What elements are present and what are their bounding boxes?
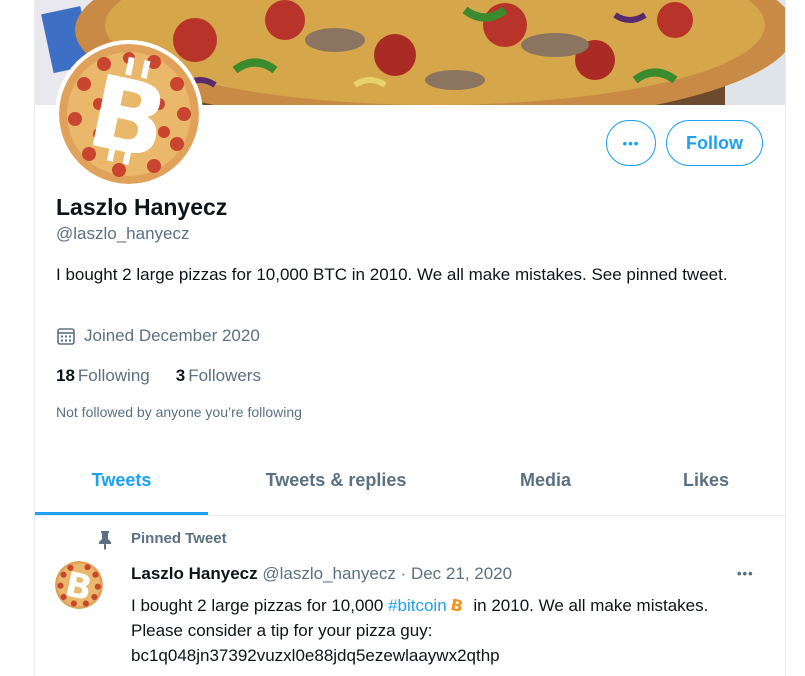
tweet-more-options-label: ••• <box>737 566 754 581</box>
tab-media-label: Media <box>519 470 571 490</box>
pinned-tweet-text: Pinned Tweet <box>131 530 227 547</box>
tab-media[interactable]: Media <box>464 446 627 515</box>
tab-tweets-and-replies-label: Tweets & replies <box>265 470 407 490</box>
followers-count: 3 <box>175 366 186 385</box>
profile-avatar[interactable]: B <box>55 40 203 188</box>
tweet-author-name[interactable]: Laszlo Hanyecz <box>131 564 258 583</box>
profile-tabs: Tweets Tweets & replies Media Likes <box>35 446 785 516</box>
not-followed-notice: Not followed by anyone you’re following <box>56 404 302 420</box>
more-options-button[interactable]: ••• <box>606 120 656 166</box>
profile-column: B ••• Follow Laszlo Hanyecz @laszlo_hany… <box>34 0 786 676</box>
tweet-author-avatar[interactable]: B <box>55 561 103 609</box>
following-stat[interactable]: 18 Following <box>56 366 150 386</box>
bitcoin-emoji-icon: B <box>449 597 465 613</box>
bitcoin-pizza-avatar-image: B <box>59 44 199 184</box>
tab-tweets[interactable]: Tweets <box>35 446 208 515</box>
tweet-hashtag-link[interactable]: #bitcoin <box>388 596 447 615</box>
bitcoin-pizza-avatar-small-image: B <box>55 561 103 609</box>
tab-likes-label: Likes <box>682 470 730 490</box>
tweet-separator: · <box>395 564 411 583</box>
calendar-icon <box>57 328 75 345</box>
follow-button-label: Follow <box>686 132 743 153</box>
tweet-more-options-button[interactable]: ••• <box>737 562 754 583</box>
followers-label: Followers <box>188 366 261 385</box>
joined-date-text: Joined December 2020 <box>84 326 260 345</box>
more-options-label: ••• <box>622 135 640 151</box>
follow-stats: 18 Following 3 Followers <box>56 366 287 386</box>
profile-name: Laszlo Hanyecz <box>56 194 228 220</box>
tab-tweets-label: Tweets <box>91 470 152 490</box>
pin-icon <box>99 531 111 550</box>
followers-stat[interactable]: 3 Followers <box>176 366 261 386</box>
profile-bio: I bought 2 large pizzas for 10,000 BTC i… <box>56 265 728 284</box>
tweet-text-part1: I bought 2 large pizzas for 10,000 <box>131 596 389 615</box>
tab-tweets-and-replies[interactable]: Tweets & replies <box>208 446 464 515</box>
tab-likes[interactable]: Likes <box>627 446 785 515</box>
following-label: Following <box>77 366 150 385</box>
profile-handle: @laszlo_hanyecz <box>56 224 190 243</box>
tweet-date[interactable]: Dec 21, 2020 <box>411 564 512 583</box>
pinned-tweet-label: Pinned Tweet <box>131 530 227 547</box>
follow-button[interactable]: Follow <box>666 120 763 166</box>
tweet-author-handle[interactable]: @laszlo_hanyecz <box>262 564 396 583</box>
joined-date: Joined December 2020 <box>56 326 260 346</box>
tweet-header: Laszlo Hanyecz @laszlo_hanyecz · Dec 21,… <box>131 564 512 584</box>
svg-text:B: B <box>449 597 465 613</box>
tweet-text: I bought 2 large pizzas for 10,000 #bitc… <box>131 593 751 668</box>
following-count: 18 <box>56 366 75 385</box>
